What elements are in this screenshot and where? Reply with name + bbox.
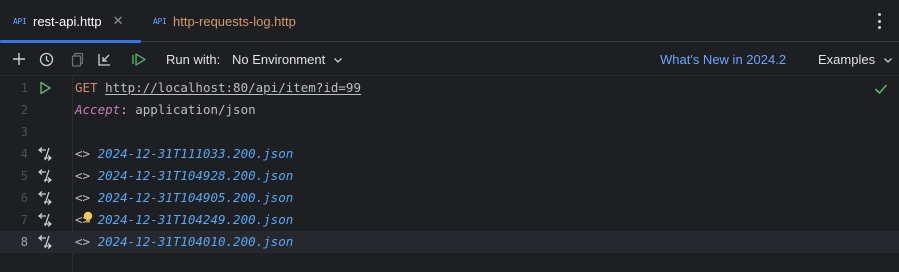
close-icon[interactable]: ✕ — [113, 13, 124, 29]
api-file-icon: API — [153, 16, 167, 26]
request-method: GET — [75, 80, 98, 95]
examples-dropdown[interactable]: Examples — [818, 52, 893, 67]
editor-line: 7 <> 2024-12-31T104249.200.json — [0, 209, 899, 231]
editor-line: 1 GET http://localhost:80/api/item?id=99 — [0, 77, 899, 99]
copy-icon[interactable] — [69, 50, 87, 68]
header-line: Accept: application/json — [75, 102, 256, 117]
compare-responses-icon[interactable] — [37, 234, 53, 250]
line-number: 4 — [20, 147, 28, 161]
chevron-down-icon — [884, 57, 893, 63]
response-file-link[interactable]: 2024-12-31T104905.200.json — [98, 190, 294, 205]
response-line: <> 2024-12-31T104010.200.json — [75, 234, 294, 249]
line-number: 3 — [20, 125, 28, 139]
run-all-icon[interactable] — [130, 50, 148, 68]
add-request-icon[interactable] — [10, 50, 28, 68]
run-with-label: Run with: — [166, 52, 221, 67]
response-line: <> 2024-12-31T111033.200.json — [75, 146, 294, 161]
response-file-link[interactable]: 2024-12-31T104249.200.json — [98, 212, 294, 227]
editor-line: 2 Accept: application/json — [0, 99, 899, 121]
more-options-icon[interactable] — [877, 13, 881, 29]
code-editor[interactable]: 1 GET http://localhost:80/api/item?id=99… — [0, 77, 899, 272]
response-line: <> 2024-12-31T104905.200.json — [75, 190, 294, 205]
tab-label: http-requests-log.http — [173, 13, 296, 29]
editor-line: 4 <> 2024-12-31T111033.200.json — [0, 143, 899, 165]
editor-line: 6 <> 2024-12-31T104905.200.json — [0, 187, 899, 209]
line-number: 1 — [20, 81, 28, 95]
response-file-link[interactable]: 2024-12-31T104928.200.json — [98, 168, 294, 183]
response-file-link[interactable]: 2024-12-31T111033.200.json — [98, 146, 294, 161]
tab-rest-api[interactable]: API rest-api.http ✕ — [0, 0, 141, 43]
request-url[interactable]: http://localhost:80/api/item?id=99 — [105, 80, 361, 95]
editor-line: 3 — [0, 121, 899, 143]
lightbulb-icon[interactable] — [82, 211, 94, 225]
import-icon[interactable] — [95, 50, 113, 68]
request-line: GET http://localhost:80/api/item?id=99 — [75, 80, 361, 95]
tab-label: rest-api.http — [33, 13, 102, 29]
line-number: 2 — [20, 103, 28, 117]
run-request-icon[interactable] — [37, 80, 53, 96]
compare-responses-icon[interactable] — [37, 168, 53, 184]
compare-responses-icon[interactable] — [37, 146, 53, 162]
line-number: 6 — [20, 191, 28, 205]
line-number: 7 — [20, 213, 28, 227]
header-value: application/json — [135, 102, 256, 117]
editor-line-current: 8 <> 2024-12-31T104010.200.json — [0, 231, 899, 253]
response-line: <> 2024-12-31T104928.200.json — [75, 168, 294, 183]
whats-new-link[interactable]: What's New in 2024.2 — [660, 52, 786, 67]
compare-responses-icon[interactable] — [37, 190, 53, 206]
response-line: <> 2024-12-31T104249.200.json — [75, 212, 294, 227]
line-number: 8 — [20, 235, 28, 249]
editor-line: 5 <> 2024-12-31T104928.200.json — [0, 165, 899, 187]
http-client-toolbar: Run with: No Environment What's New in 2… — [0, 43, 899, 76]
api-file-icon: API — [13, 16, 27, 26]
editor-tab-bar: API rest-api.http ✕ API http-requests-lo… — [0, 0, 899, 43]
environment-dropdown[interactable]: No Environment — [232, 52, 343, 67]
tab-http-requests-log[interactable]: API http-requests-log.http — [153, 0, 296, 42]
compare-responses-icon[interactable] — [37, 212, 53, 228]
examples-label: Examples — [818, 52, 876, 67]
environment-value: No Environment — [232, 52, 326, 67]
header-name: Accept — [75, 102, 121, 117]
response-file-link[interactable]: 2024-12-31T104010.200.json — [98, 234, 294, 249]
history-clock-icon[interactable] — [37, 50, 55, 68]
check-icon — [874, 84, 888, 95]
chevron-down-icon — [334, 57, 343, 63]
line-number: 5 — [20, 169, 28, 183]
